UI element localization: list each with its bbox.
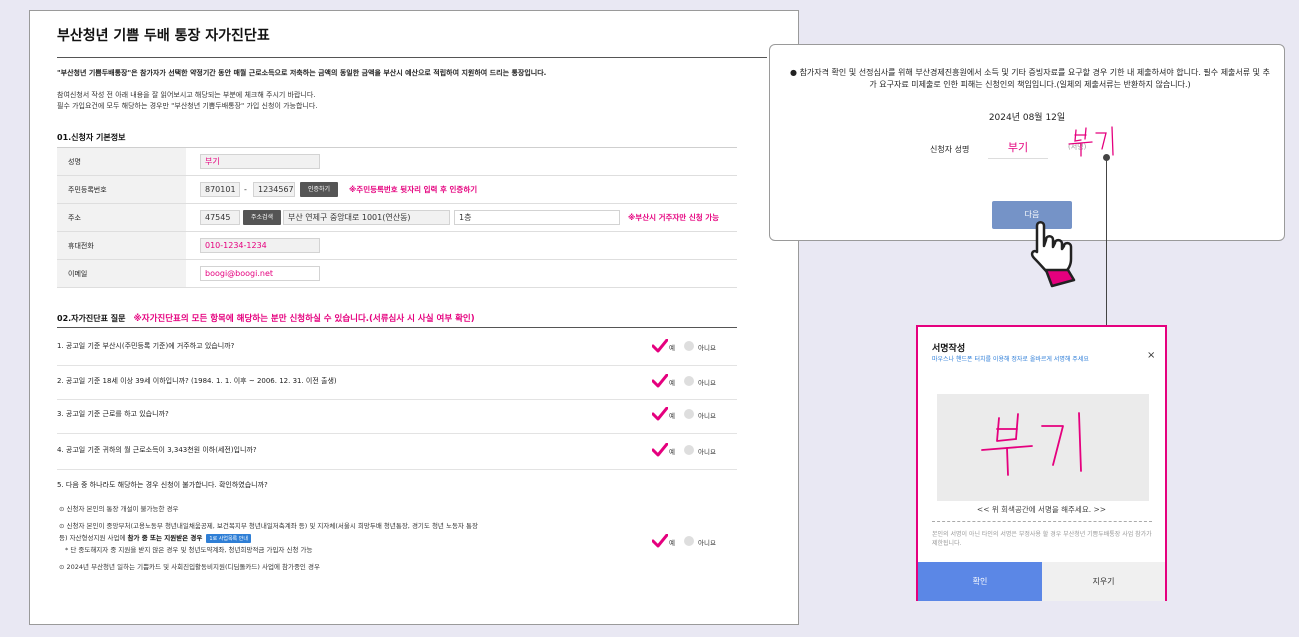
application-date: 2024년 08월 12일 — [988, 113, 1066, 123]
question-divider — [57, 469, 737, 470]
question-4: 4. 공고일 기준 귀하의 월 근로소득이 3,343천원 이하(세전)입니까? — [57, 446, 257, 454]
yes-option[interactable]: 예 — [669, 537, 675, 547]
rrn-back-field[interactable]: 1234567 — [253, 182, 295, 197]
phone-label: 휴대전화 — [57, 232, 186, 259]
answer-3: 예 아니요 — [652, 407, 732, 422]
modal-divider — [932, 521, 1152, 522]
signature-modal: 서명작성 마우스나 핸드폰 터치를 이용해 정자로 올바르게 서명해 주세요 ×… — [916, 325, 1167, 601]
address-detail-field[interactable]: 1층 — [454, 210, 620, 225]
question-divider — [57, 365, 737, 366]
section-questions-title: 02.자가진단표 질문 ※자가진단표의 모든 항목에 해당하는 분만 신청하실 수… — [57, 312, 475, 324]
verify-button[interactable]: 인증하기 — [300, 182, 338, 197]
answer-4: 예 아니요 — [652, 443, 732, 458]
address-note: ※부산시 거주자만 신청 가능 — [628, 213, 720, 222]
check-icon[interactable] — [652, 443, 668, 457]
no-option[interactable]: 아니요 — [698, 446, 716, 456]
signature-hint: << 위 회색공간에 서명을 해주세요. >> — [976, 505, 1107, 514]
no-radio[interactable] — [684, 409, 694, 419]
instruction-text-2: 필수 가입요건에 모두 해당하는 경우만 "부산청년 기쁨두배통장" 가입 신청… — [57, 102, 318, 110]
confirmation-panel: ● 참가자격 확인 및 선정심사를 위해 부산경제진흥원에서 소득 및 기타 증… — [769, 44, 1285, 241]
check-icon[interactable] — [652, 374, 668, 388]
section-questions-label: 02.자가진단표 질문 — [57, 314, 126, 323]
address-row: 주소 47545 주소검색 부산 연제구 중앙대로 1001(연산동) 1층 ※… — [57, 204, 737, 232]
yes-option[interactable]: 예 — [669, 410, 675, 420]
no-radio[interactable] — [684, 536, 694, 546]
applicant-info-table: 성명 부기 주민등록번호 870101 - 1234567 인증하기 ※주민등록… — [57, 147, 737, 288]
no-option[interactable]: 아니요 — [698, 410, 716, 420]
email-row: 이메일 boogi@boogi.net — [57, 260, 737, 288]
question-5: 5. 다음 중 하나라도 해당하는 경우 신청이 불가합니다. 확인하였습니까? — [57, 481, 268, 489]
page-title: 부산청년 기쁨 두배 통장 자가진단표 — [57, 28, 270, 44]
name-row: 성명 부기 — [57, 148, 737, 176]
address-main-field[interactable]: 부산 연제구 중앙대로 1001(연산동) — [283, 210, 450, 225]
zipcode-field[interactable]: 47545 — [200, 210, 240, 225]
no-radio[interactable] — [684, 341, 694, 351]
connector-line — [1106, 157, 1107, 325]
modal-title: 서명작성 — [932, 344, 966, 354]
email-field[interactable]: boogi@boogi.net — [200, 266, 320, 281]
title-divider — [57, 57, 767, 58]
q5-item-2-line-3: * 단 중도해지자 중 지원을 받지 않은 경우 및 청년도약계좌, 청년희망적… — [65, 546, 313, 554]
no-option[interactable]: 아니요 — [698, 537, 716, 547]
pointing-hand-icon — [1030, 221, 1076, 288]
confirm-button[interactable]: 확인 — [918, 562, 1042, 601]
question-1: 1. 공고일 기준 부산시(주민등록 기준)에 거주하고 있습니까? — [57, 342, 235, 350]
self-diagnosis-form: 부산청년 기쁨 두배 통장 자가진단표 "부산청년 기쁨두배통장"은 참가자가 … — [29, 10, 799, 625]
question-divider — [57, 399, 737, 400]
phone-field[interactable]: 010-1234-1234 — [200, 238, 320, 253]
applicant-name-label: 신청자 성명 — [930, 145, 970, 154]
instruction-text-1: 참여신청서 작성 전 아래 내용을 잘 읽어보시고 해당되는 부분에 체크해 주… — [57, 91, 316, 99]
question-3: 3. 공고일 기준 근로를 하고 있습니까? — [57, 410, 169, 418]
applicant-name-value: 부기 — [988, 139, 1048, 159]
q5-item-2-line-1: ⊙ 신청자 본인이 중앙부처(고용노동부 청년내일채움공제, 보건복지부 청년내… — [59, 522, 478, 530]
submission-notice: ● 참가자격 확인 및 선정심사를 위해 부산경제진흥원에서 소득 및 기타 증… — [790, 68, 1270, 89]
q5-item-2-text: 등) 자산형성지원 사업에 — [59, 534, 128, 542]
question-2: 2. 공고일 기준 18세 이상 39세 이하입니까? (1984. 1. 1.… — [57, 377, 337, 385]
answer-5: 예 아니요 — [652, 534, 732, 549]
answer-2: 예 아니요 — [652, 374, 732, 389]
section-divider — [57, 327, 737, 328]
question-divider — [57, 433, 737, 434]
rrn-dash: - — [244, 185, 247, 194]
rrn-label: 주민등록번호 — [57, 176, 186, 203]
clear-button[interactable]: 지우기 — [1042, 562, 1165, 601]
address-label: 주소 — [57, 204, 186, 231]
section-basic-info-title: 01.신청자 기본정보 — [57, 133, 126, 142]
q5-item-2-line-2: 등) 자산형성지원 사업에 참가 중 또는 지원받은 경우 1로 사업목록 안내 — [59, 532, 251, 543]
close-icon[interactable]: × — [1147, 350, 1155, 361]
signature-small[interactable] — [1066, 125, 1120, 159]
name-label: 성명 — [57, 148, 186, 175]
q5-item-3: ⊙ 2024년 부산청년 일하는 기쁨카드 및 사회진입활동비지원(디딤돌카드)… — [59, 563, 320, 571]
check-icon[interactable] — [652, 407, 668, 421]
no-radio[interactable] — [684, 376, 694, 386]
signature-warning: 본인의 서명이 아닌 타인의 서명은 부정사용 할 경우 부산청년 기쁨두배통장… — [932, 531, 1152, 547]
section-questions-note: ※자가진단표의 모든 항목에 해당하는 분만 신청하실 수 있습니다.(서류심사… — [133, 314, 475, 324]
no-radio[interactable] — [684, 445, 694, 455]
email-label: 이메일 — [57, 260, 186, 287]
modal-subtitle: 마우스나 핸드폰 터치를 이용해 정자로 올바르게 서명해 주세요 — [932, 356, 1089, 363]
check-icon[interactable] — [652, 534, 668, 548]
rrn-note: ※주민등록번호 뒷자리 입력 후 인증하기 — [349, 185, 478, 194]
rrn-row: 주민등록번호 870101 - 1234567 인증하기 ※주민등록번호 뒷자리… — [57, 176, 737, 204]
q5-item-2-emphasis: 참가 중 또는 지원받은 경우 — [127, 534, 203, 542]
check-icon[interactable] — [652, 339, 668, 353]
intro-text: "부산청년 기쁨두배통장"은 참가자가 선택한 약정기간 동안 매월 근로소득으… — [57, 69, 547, 77]
rrn-front-field[interactable]: 870101 — [200, 182, 240, 197]
program-list-link[interactable]: 1로 사업목록 안내 — [206, 533, 251, 543]
yes-option[interactable]: 예 — [669, 446, 675, 456]
q5-item-1: ⊙ 신청자 본인의 통장 개설이 불가능한 경우 — [59, 505, 179, 513]
no-option[interactable]: 아니요 — [698, 377, 716, 387]
signature-drawing — [981, 412, 1082, 476]
name-field[interactable]: 부기 — [200, 154, 320, 169]
address-search-button[interactable]: 주소검색 — [243, 210, 281, 225]
yes-option[interactable]: 예 — [669, 342, 675, 352]
phone-row: 휴대전화 010-1234-1234 — [57, 232, 737, 260]
answer-1: 예 아니요 — [652, 339, 732, 354]
yes-option[interactable]: 예 — [669, 377, 675, 387]
no-option[interactable]: 아니요 — [698, 342, 716, 352]
